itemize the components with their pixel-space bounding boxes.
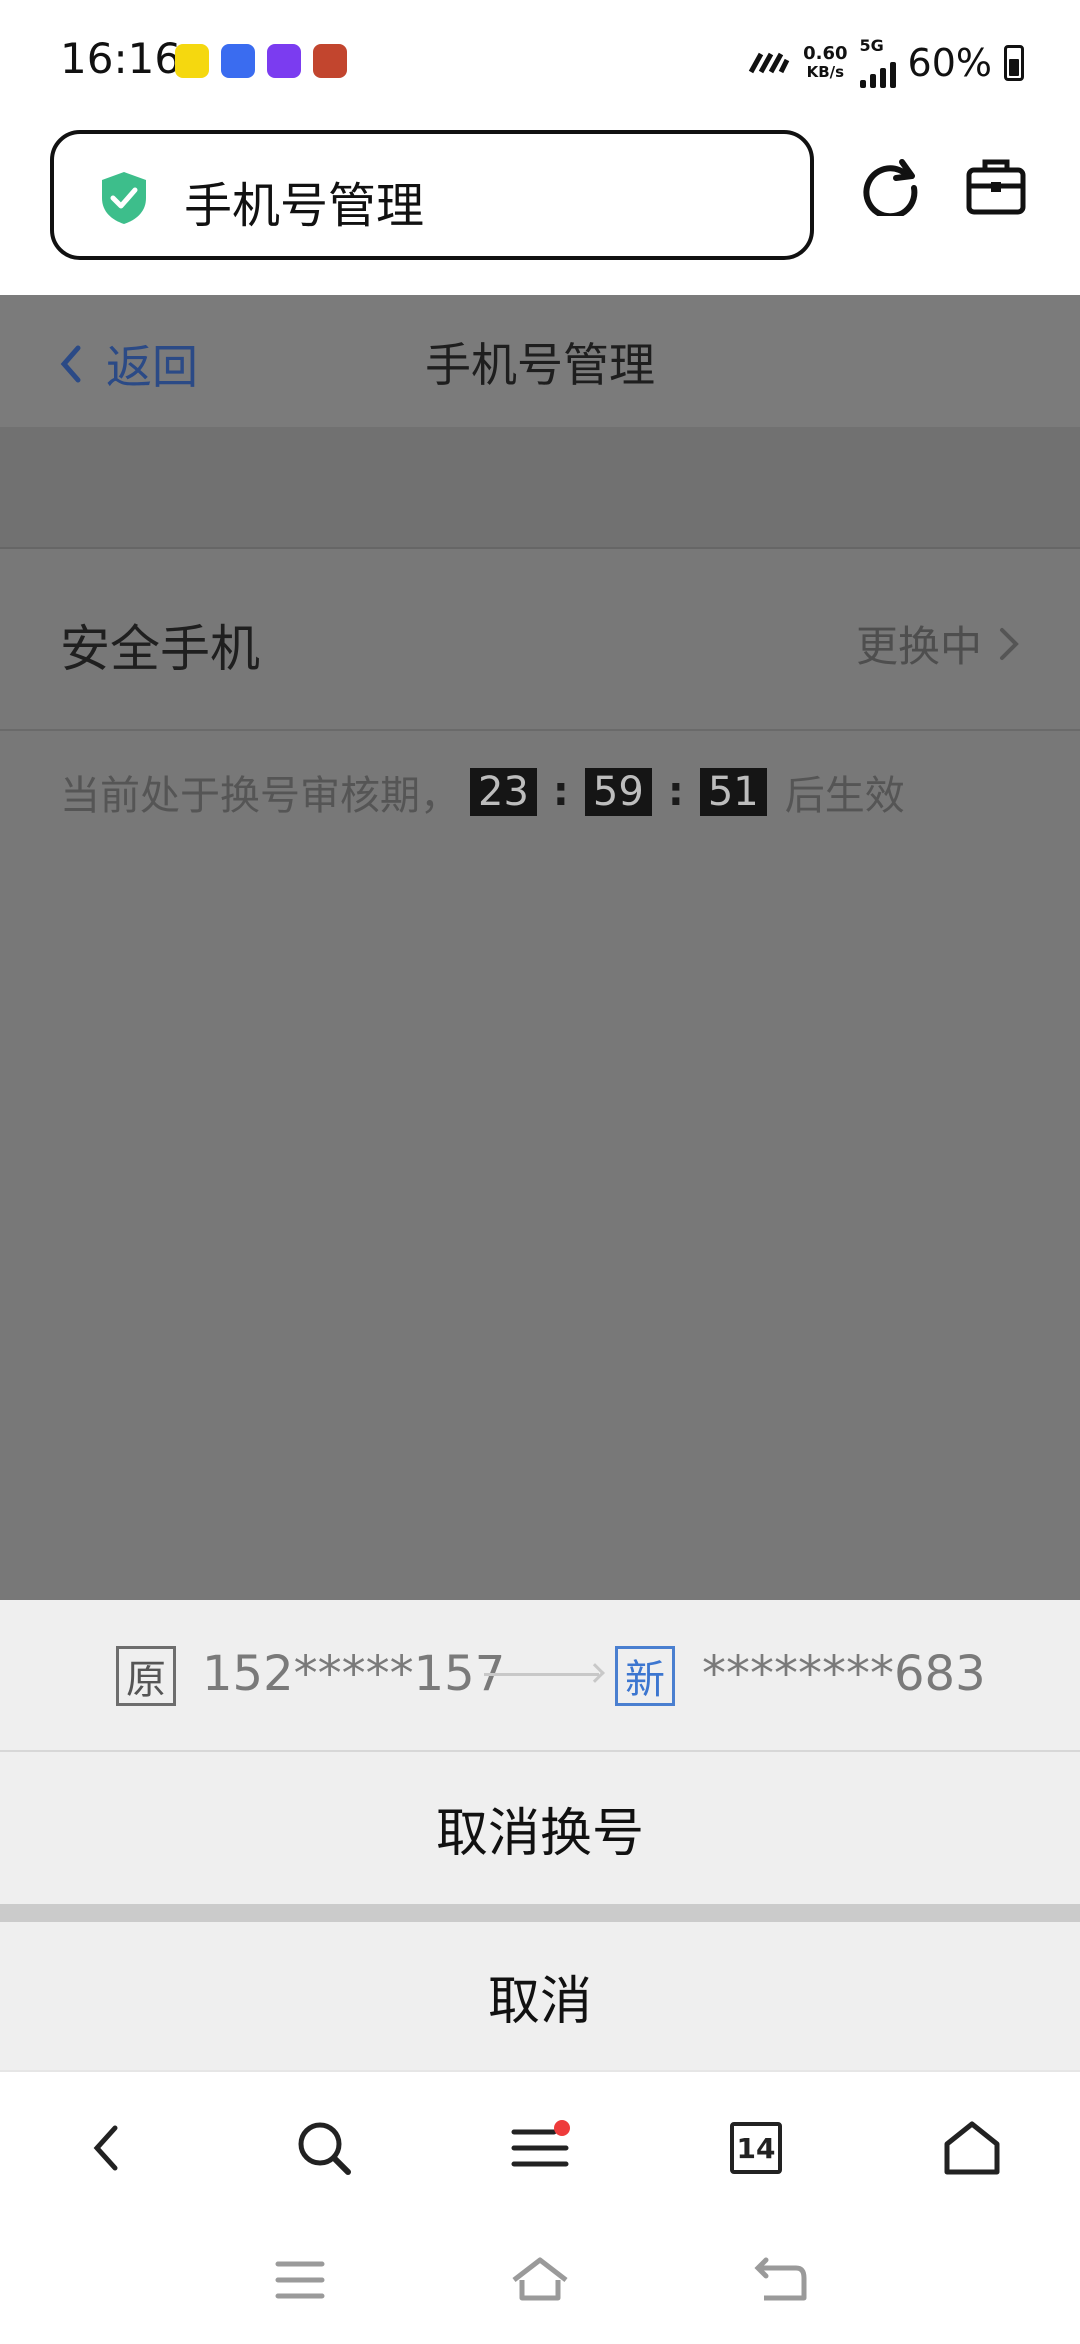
battery-icon — [1004, 45, 1024, 81]
shield-check-icon — [102, 172, 146, 224]
security-phone-label: 安全手机 — [60, 620, 260, 678]
menu-button[interactable] — [506, 2114, 574, 2182]
recent-apps-icon[interactable] — [270, 2250, 330, 2310]
old-number: 152*****157 — [202, 1646, 506, 1702]
page-content: 返回 手机号管理 安全手机 更换中 当前处于换号审核期， 23 : 59 : 5… — [0, 295, 1080, 1600]
chevron-right-icon — [1000, 627, 1019, 660]
sheet-divider — [0, 1904, 1080, 1922]
system-nav-bar — [0, 2220, 1080, 2344]
net-speed-value: 0.60 — [803, 43, 848, 64]
game-app-icon — [313, 44, 347, 78]
net-speed-unit: KB/s — [806, 63, 845, 81]
notice-prefix: 当前处于换号审核期， — [60, 773, 460, 819]
spacer-band — [0, 427, 1080, 549]
home-icon — [944, 2121, 1000, 2175]
page-nav-bar: 返回 手机号管理 — [0, 295, 1080, 427]
tabs-icon: 14 — [730, 2122, 782, 2174]
timer-separator: : — [552, 769, 569, 815]
security-phone-status: 更换中 — [856, 613, 1020, 674]
page-title: 手机号管理 — [425, 338, 655, 392]
action-sheet: 原 152*****157 新 ********683 取消换号 取消 — [0, 1600, 1080, 2070]
cancel-change-button[interactable]: 取消换号 — [0, 1753, 1080, 1903]
arrow-right-icon — [585, 1663, 605, 1683]
home-button[interactable] — [938, 2114, 1006, 2182]
search-icon — [298, 2122, 351, 2175]
vivo-app-icon — [221, 44, 255, 78]
network-type: 5G — [859, 36, 884, 55]
pet-app-icon — [175, 44, 209, 78]
back-nav-button[interactable] — [72, 2114, 140, 2182]
timer-minutes: 59 — [584, 768, 652, 816]
notification-icons — [175, 44, 347, 78]
status-bar: 16:16 0.60 KB/s 5G 60% — [0, 0, 1080, 120]
battery-percent: 60% — [907, 41, 992, 85]
status-text: 更换中 — [855, 622, 982, 671]
status-right: 0.60 KB/s 5G 60% — [747, 38, 1024, 88]
address-title: 手机号管理 — [184, 178, 425, 234]
system-back-icon[interactable] — [750, 2250, 810, 2310]
browser-bottom-toolbar: 14 — [0, 2070, 1080, 2220]
screen: 16:16 0.60 KB/s 5G 60% 手机号管理 返回 手机号管理 安全… — [0, 0, 1080, 2344]
tabs-count: 14 — [736, 2131, 776, 2165]
cancel-button[interactable]: 取消 — [0, 1922, 1080, 2070]
timer-hours: 23 — [470, 768, 537, 816]
old-number-tag: 原 — [116, 1646, 176, 1706]
refresh-icon[interactable] — [860, 156, 920, 216]
nfc-icon — [748, 52, 790, 74]
browser-bar: 手机号管理 — [0, 120, 1080, 295]
menu-icon — [511, 2120, 570, 2167]
net-speed: 0.60 KB/s — [803, 43, 848, 82]
new-number-tag: 新 — [615, 1646, 675, 1706]
signal-icon — [859, 54, 896, 88]
security-phone-row[interactable]: 安全手机 更换中 — [0, 551, 1080, 731]
timer-seconds: 51 — [699, 768, 767, 816]
search-button[interactable] — [290, 2114, 358, 2182]
new-number: ********683 — [702, 1646, 986, 1702]
tabs-button[interactable]: 14 — [722, 2114, 790, 2182]
chevron-left-icon — [93, 2125, 118, 2171]
number-change-row: 原 152*****157 新 ********683 — [0, 1600, 1080, 1752]
address-bar[interactable]: 手机号管理 — [50, 130, 814, 260]
network-indicator: 5G — [859, 36, 896, 88]
purple-app-icon — [267, 44, 301, 78]
toolbox-icon[interactable] — [965, 156, 1027, 216]
system-home-icon[interactable] — [510, 2250, 570, 2310]
notice-suffix: 后生效 — [784, 773, 905, 819]
timer-separator: : — [667, 769, 684, 815]
arrow-line — [484, 1673, 599, 1676]
status-time: 16:16 — [60, 34, 182, 83]
review-notice: 当前处于换号审核期， 23 : 59 : 51 后生效 — [60, 763, 905, 821]
